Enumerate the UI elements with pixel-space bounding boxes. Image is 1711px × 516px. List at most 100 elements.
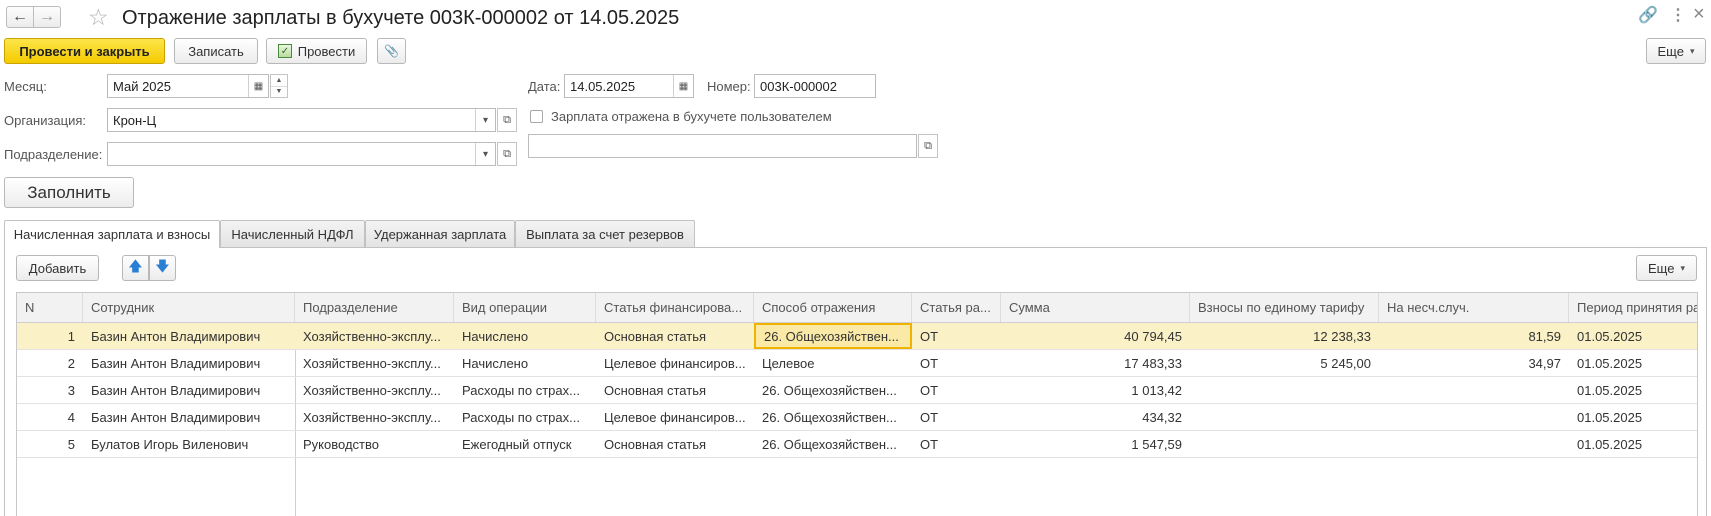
cell-reflection[interactable]: 26. Общехозяйствен... xyxy=(754,323,912,349)
header-reflection[interactable]: Способ отражения xyxy=(754,293,912,322)
header-expense-item[interactable]: Статья ра... xyxy=(912,293,1001,322)
cell-contributions[interactable] xyxy=(1190,431,1379,457)
cell-accident[interactable] xyxy=(1379,377,1569,403)
cell-row-n[interactable]: 3 xyxy=(17,377,83,403)
cell-accident[interactable] xyxy=(1379,431,1569,457)
cell-expense-item[interactable]: ОТ xyxy=(912,431,1001,457)
add-button[interactable]: Добавить xyxy=(16,255,99,281)
fill-button[interactable]: Заполнить xyxy=(4,177,134,208)
tab-accrued-ndfl[interactable]: Начисленный НДФЛ xyxy=(220,220,365,247)
open-comment-icon[interactable]: ⧉ xyxy=(918,134,938,158)
forward-button[interactable]: → xyxy=(33,6,61,28)
comment-field[interactable] xyxy=(528,134,917,158)
link-icon[interactable]: 🔗 xyxy=(1638,6,1658,26)
cell-contributions[interactable]: 5 245,00 xyxy=(1190,350,1379,376)
cell-amount[interactable]: 1 013,42 xyxy=(1001,377,1190,403)
header-amount[interactable]: Сумма xyxy=(1001,293,1190,322)
tab-accrued-salary[interactable]: Начисленная зарплата и взносы xyxy=(4,220,220,248)
cell-operation[interactable]: Расходы по страх... xyxy=(454,404,596,430)
spin-up-icon[interactable]: ▲ xyxy=(271,75,287,87)
move-up-button[interactable]: 🡅 xyxy=(122,255,149,281)
cell-operation[interactable]: Начислено xyxy=(454,323,596,349)
post-button[interactable]: ✓ Провести xyxy=(266,38,367,64)
close-icon[interactable]: × xyxy=(1693,4,1705,24)
cell-employee[interactable]: Базин Антон Владимирович xyxy=(83,350,295,376)
table-row[interactable]: 1 Базин Антон Владимирович Хозяйственно-эк… xyxy=(17,323,1697,350)
cell-funding[interactable]: Основная статья xyxy=(596,431,754,457)
cell-amount[interactable]: 17 483,33 xyxy=(1001,350,1190,376)
reflected-by-user-checkbox[interactable] xyxy=(530,110,543,123)
cell-funding[interactable]: Целевое финансиров... xyxy=(596,350,754,376)
cell-reflection[interactable]: 26. Общехозяйствен... xyxy=(754,377,912,403)
cell-employee[interactable]: Базин Антон Владимирович xyxy=(83,377,295,403)
cell-expense-item[interactable]: ОТ xyxy=(912,377,1001,403)
cell-row-n[interactable]: 4 xyxy=(17,404,83,430)
cell-funding[interactable]: Основная статья xyxy=(596,377,754,403)
cell-reflection[interactable]: 26. Общехозяйствен... xyxy=(754,431,912,457)
header-accident[interactable]: На несч.случ. xyxy=(1379,293,1569,322)
month-spinner[interactable]: ▲ ▼ xyxy=(270,74,288,98)
post-and-close-button[interactable]: Провести и закрыть xyxy=(4,38,165,64)
tab-withheld-salary[interactable]: Удержанная зарплата xyxy=(365,220,515,247)
cell-expense-item[interactable]: ОТ xyxy=(912,404,1001,430)
table-row[interactable]: 4 Базин Антон Владимирович Хозяйственно-эк… xyxy=(17,404,1697,431)
cell-division[interactable]: Хозяйственно-эксплу... xyxy=(295,404,454,430)
organization-field[interactable]: Крон-Ц ▾ xyxy=(107,108,496,132)
cell-amount[interactable]: 434,32 xyxy=(1001,404,1190,430)
cell-operation[interactable]: Расходы по страх... xyxy=(454,377,596,403)
cell-accident[interactable]: 81,59 xyxy=(1379,323,1569,349)
header-employee[interactable]: Сотрудник xyxy=(83,293,295,322)
cell-row-n[interactable]: 1 xyxy=(17,323,83,349)
cell-funding[interactable]: Целевое финансиров... xyxy=(596,404,754,430)
cell-contributions[interactable]: 12 238,33 xyxy=(1190,323,1379,349)
cell-contributions[interactable] xyxy=(1190,377,1379,403)
cell-period[interactable]: 01.05.2025 xyxy=(1569,404,1697,430)
cell-employee[interactable]: Базин Антон Владимирович xyxy=(83,323,295,349)
cell-contributions[interactable] xyxy=(1190,404,1379,430)
header-operation[interactable]: Вид операции xyxy=(454,293,596,322)
attach-button[interactable]: 📎 xyxy=(377,38,406,64)
cell-employee[interactable]: Базин Антон Владимирович xyxy=(83,404,295,430)
calendar-icon[interactable]: ▦ xyxy=(673,75,693,97)
table-row[interactable]: 5 Булатов Игорь Виленович Руководство Ежего… xyxy=(17,431,1697,458)
division-field[interactable]: ▾ xyxy=(107,142,496,166)
header-division[interactable]: Подразделение xyxy=(295,293,454,322)
cell-period[interactable]: 01.05.2025 xyxy=(1569,350,1697,376)
cell-division[interactable]: Хозяйственно-эксплу... xyxy=(295,377,454,403)
header-period[interactable]: Период принятия ра xyxy=(1569,293,1697,322)
header-funding[interactable]: Статья финансирова... xyxy=(596,293,754,322)
cell-expense-item[interactable]: ОТ xyxy=(912,350,1001,376)
cell-operation[interactable]: Ежегодный отпуск xyxy=(454,431,596,457)
month-field[interactable]: Май 2025 ▦ xyxy=(107,74,269,98)
more-button[interactable]: Еще ▾ xyxy=(1646,38,1706,64)
spin-down-icon[interactable]: ▼ xyxy=(271,87,287,98)
cell-period[interactable]: 01.05.2025 xyxy=(1569,377,1697,403)
dropdown-icon[interactable]: ▾ xyxy=(475,109,495,131)
header-n[interactable]: N xyxy=(17,293,83,322)
cell-amount[interactable]: 1 547,59 xyxy=(1001,431,1190,457)
table-more-button[interactable]: Еще ▾ xyxy=(1636,255,1697,281)
cell-division[interactable]: Хозяйственно-эксплу... xyxy=(295,350,454,376)
cell-expense-item[interactable]: ОТ xyxy=(912,323,1001,349)
tab-reserve-payment[interactable]: Выплата за счет резервов xyxy=(515,220,695,247)
cell-operation[interactable]: Начислено xyxy=(454,350,596,376)
cell-division[interactable]: Хозяйственно-эксплу... xyxy=(295,323,454,349)
date-field[interactable]: 14.05.2025 ▦ xyxy=(564,74,694,98)
cell-amount[interactable]: 40 794,45 xyxy=(1001,323,1190,349)
cell-reflection[interactable]: 26. Общехозяйствен... xyxy=(754,404,912,430)
table-row[interactable]: 2 Базин Антон Владимирович Хозяйственно-эк… xyxy=(17,350,1697,377)
cell-row-n[interactable]: 5 xyxy=(17,431,83,457)
open-division-icon[interactable]: ⧉ xyxy=(497,142,517,166)
cell-employee[interactable]: Булатов Игорь Виленович xyxy=(83,431,295,457)
cell-row-n[interactable]: 2 xyxy=(17,350,83,376)
cell-period[interactable]: 01.05.2025 xyxy=(1569,323,1697,349)
back-button[interactable]: ← xyxy=(6,6,34,28)
cell-reflection[interactable]: Целевое xyxy=(754,350,912,376)
cell-funding[interactable]: Основная статья xyxy=(596,323,754,349)
favorite-star-icon[interactable]: ☆ xyxy=(88,4,109,30)
calendar-icon[interactable]: ▦ xyxy=(248,75,268,97)
cell-accident[interactable]: 34,97 xyxy=(1379,350,1569,376)
header-contributions[interactable]: Взносы по единому тарифу xyxy=(1190,293,1379,322)
number-field[interactable]: 003К-000002 xyxy=(754,74,876,98)
table-row[interactable]: 3 Базин Антон Владимирович Хозяйственно-эк… xyxy=(17,377,1697,404)
